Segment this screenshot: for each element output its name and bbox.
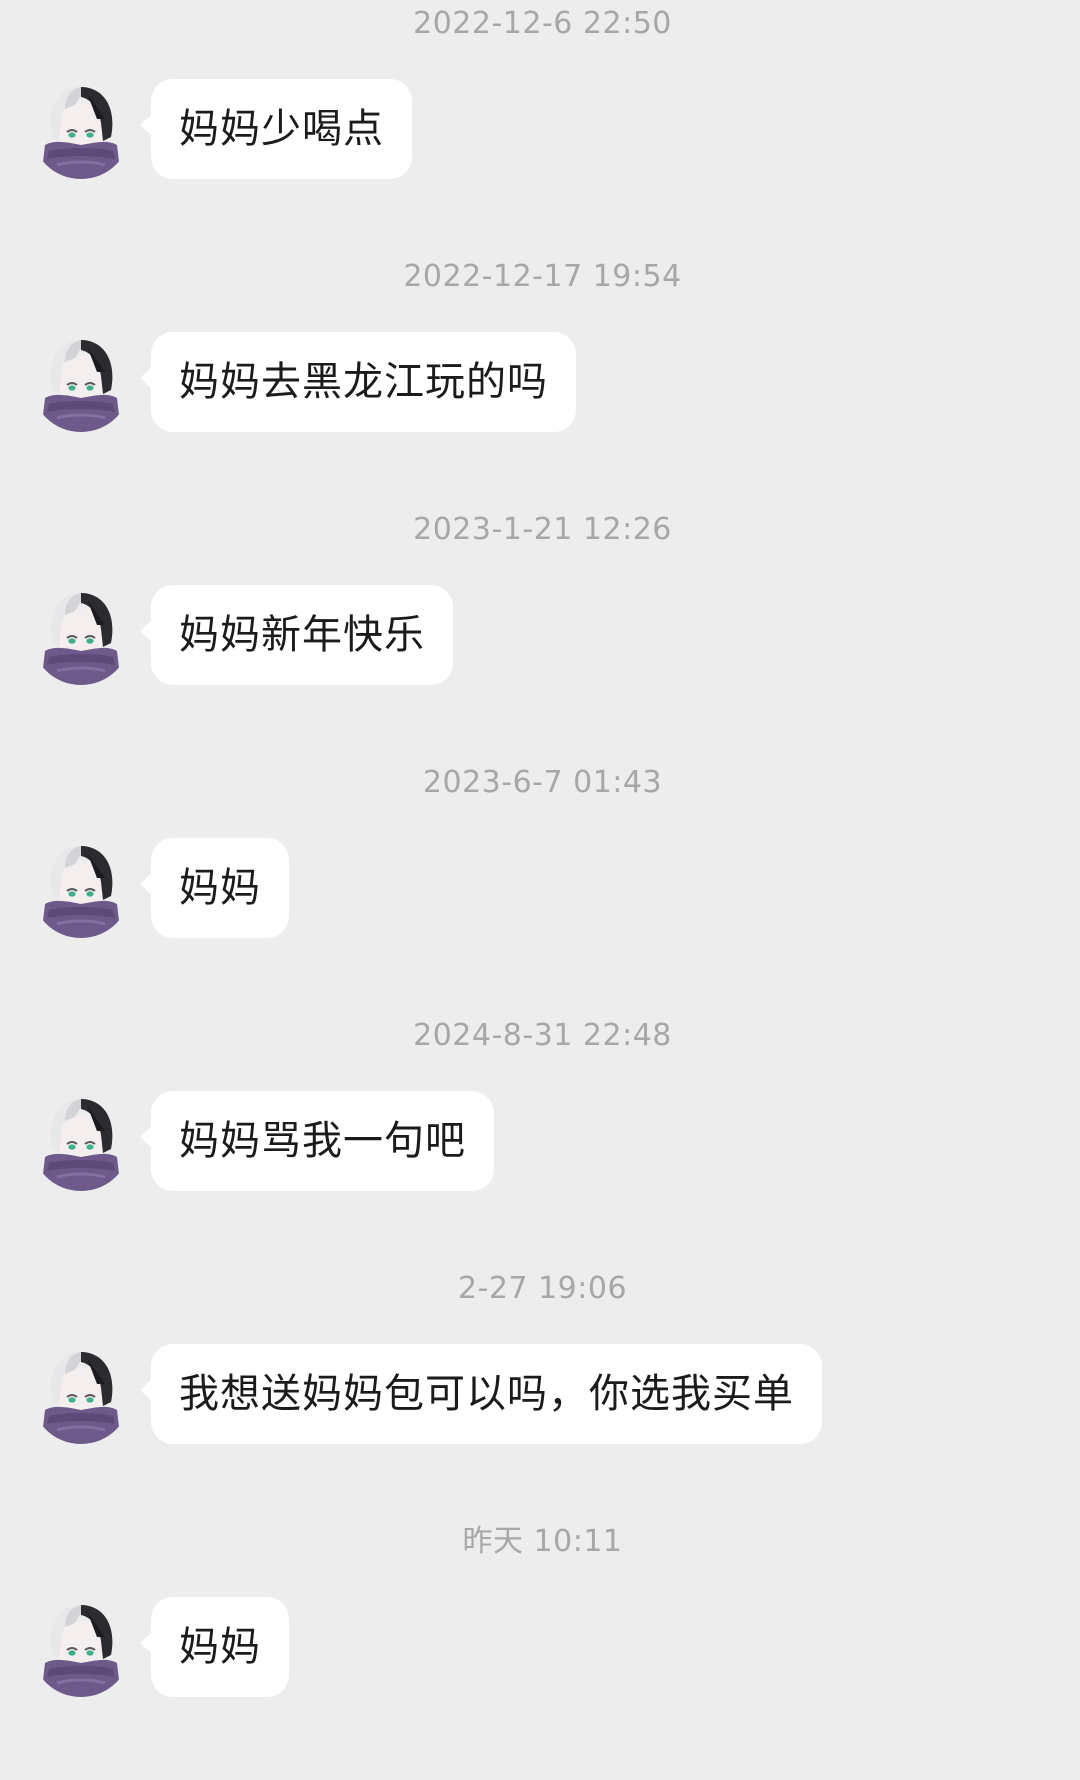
message-bubble[interactable]: 妈妈	[140, 838, 289, 938]
message-group: 昨天 10:11 妈妈	[0, 1518, 1080, 1718]
sender-avatar-icon[interactable]	[31, 1344, 131, 1444]
message-bubble[interactable]: 我想送妈妈包可以吗，你选我买单	[140, 1344, 822, 1444]
message-group: 2024-8-31 22:48 妈妈骂我一句吧	[0, 1012, 1080, 1212]
sender-avatar-icon[interactable]	[31, 332, 131, 432]
sender-avatar-icon[interactable]	[31, 585, 131, 685]
message-row: 妈妈少喝点	[0, 77, 1080, 181]
message-row: 妈妈骂我一句吧	[0, 1089, 1080, 1193]
message-timestamp: 2023-1-21 12:26	[413, 512, 672, 547]
message-bubble[interactable]: 妈妈	[140, 1597, 289, 1697]
message-timestamp: 2024-8-31 22:48	[413, 1018, 672, 1053]
message-bubble[interactable]: 妈妈去黑龙江玩的吗	[140, 332, 576, 432]
message-bubble[interactable]: 妈妈少喝点	[140, 79, 412, 179]
message-timestamp: 昨天 10:11	[462, 1524, 623, 1559]
sender-avatar-icon[interactable]	[31, 79, 131, 179]
message-timestamp: 2023-6-7 01:43	[422, 765, 663, 800]
message-timestamp: 2022-12-17 19:54	[403, 259, 682, 294]
chat-message-list[interactable]: 2022-12-6 22:50 妈妈少喝点 2022-12-17 19:54 妈…	[0, 0, 1080, 1780]
message-row: 我想送妈妈包可以吗，你选我买单	[0, 1342, 1080, 1446]
message-timestamp: 2-27 19:06	[457, 1271, 628, 1306]
message-bubble[interactable]: 妈妈骂我一句吧	[140, 1091, 494, 1191]
message-group: 2022-12-6 22:50 妈妈少喝点	[0, 0, 1080, 200]
sender-avatar-icon[interactable]	[31, 1091, 131, 1191]
message-row: 妈妈新年快乐	[0, 583, 1080, 687]
message-row: 妈妈	[0, 836, 1080, 940]
message-group: 2022-12-17 19:54 妈妈去黑龙江玩的吗	[0, 253, 1080, 453]
sender-avatar-icon[interactable]	[31, 1597, 131, 1697]
message-group: 2023-6-7 01:43 妈妈	[0, 759, 1080, 959]
message-group: 2023-1-21 12:26 妈妈新年快乐	[0, 506, 1080, 706]
message-row: 妈妈去黑龙江玩的吗	[0, 330, 1080, 434]
message-bubble[interactable]: 妈妈新年快乐	[140, 585, 453, 685]
message-timestamp: 2022-12-6 22:50	[413, 6, 672, 41]
message-row: 妈妈	[0, 1595, 1080, 1699]
sender-avatar-icon[interactable]	[31, 838, 131, 938]
message-group: 2-27 19:06 我想送妈妈包可以吗，你选我买单	[0, 1265, 1080, 1465]
